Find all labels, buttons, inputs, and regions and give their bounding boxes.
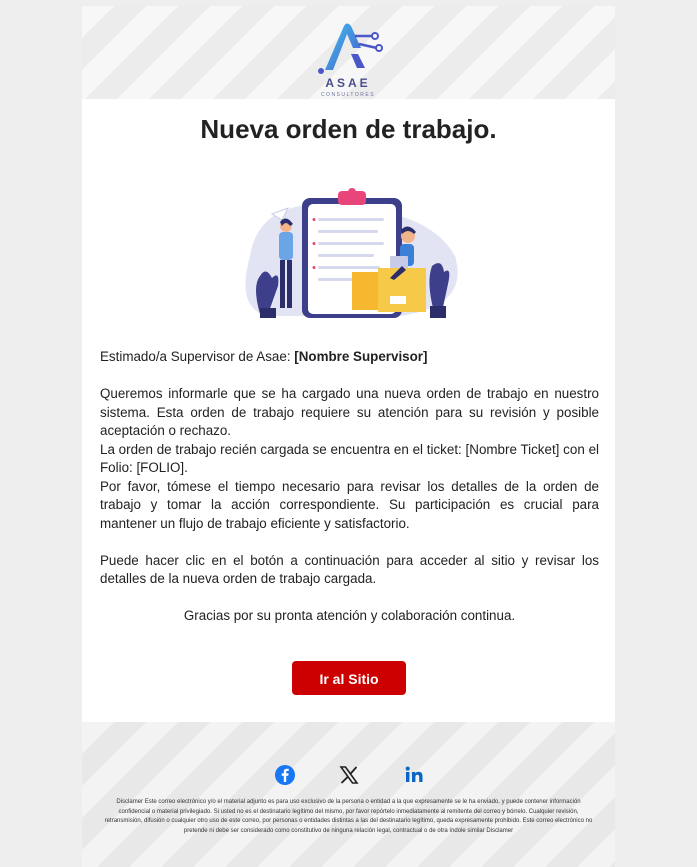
clipboard-illustration <box>245 188 458 318</box>
email-body: Estimado/a Supervisor de Asae: [Nombre S… <box>100 348 599 625</box>
paragraph-ticket: La orden de trabajo recién cargada se en… <box>100 441 599 476</box>
logo-name: ASAE <box>325 76 371 90</box>
paragraph-intro: Queremos informarle que se ha cargado un… <box>100 386 599 438</box>
linkedin-icon[interactable] <box>404 764 426 786</box>
footer: Disclamer Este correo electrónico y/o el… <box>82 722 615 867</box>
greeting: Estimado/a Supervisor de Asae: [Nombre S… <box>100 348 599 367</box>
thanks-text: Gracias por su pronta atención y colabor… <box>183 607 516 623</box>
email-title: Nueva orden de trabajo. <box>200 114 497 144</box>
x-icon[interactable] <box>338 764 360 786</box>
go-to-site-button[interactable]: Ir al Sitio <box>292 661 406 695</box>
supervisor-name: [Nombre Supervisor] <box>294 349 428 364</box>
email-card: ASAE CONSULTORES Nueva orden de trabajo. <box>82 6 615 867</box>
disclaimer-text: Disclamer Este correo electrónico y/o el… <box>104 799 593 834</box>
facebook-icon[interactable] <box>274 764 296 786</box>
logo-mark-icon <box>318 23 383 74</box>
asae-logo: ASAE CONSULTORES <box>311 18 385 98</box>
header-band: ASAE CONSULTORES <box>82 6 615 99</box>
logo-subtitle: CONSULTORES <box>320 92 376 98</box>
greeting-prefix: Estimado/a Supervisor de Asae: <box>100 349 295 364</box>
paragraph-button-hint: Puede hacer clic en el botón a continuac… <box>100 552 599 587</box>
paragraph-action: Por favor, tómese el tiempo necesario pa… <box>100 478 599 531</box>
